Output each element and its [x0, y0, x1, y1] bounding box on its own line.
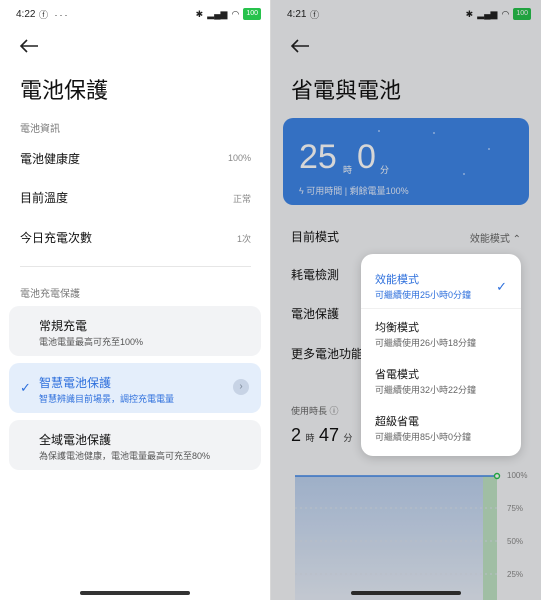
bluetooth-icon: ✱ — [195, 8, 204, 19]
card-title: 智慧電池保護 — [39, 376, 112, 390]
wifi-icon: ◠ — [231, 8, 240, 19]
notification-icons: ⓕ ··· — [39, 10, 70, 20]
option-title: 均衡模式 — [375, 322, 419, 334]
temperature-row: 目前溫度 正常 — [0, 189, 271, 211]
charge-protection-section-label: 電池充電保護 — [20, 289, 80, 300]
power-and-battery-screen: 4:21 ⓕ ✱ ▂▄▆ ◠ 100 省電與電池 25 時 0 分 ϟ 可用時間… — [271, 0, 541, 600]
card-title: 全域電池保護 — [39, 433, 112, 447]
check-icon: ✓ — [20, 380, 31, 395]
mode-option-power-saving[interactable]: 省電模式 可繼續使用32小時22分鐘 — [361, 366, 521, 412]
mode-option-performance[interactable]: 效能模式 可繼續使用25小時0分鐘 ✓ — [361, 271, 521, 317]
card-subtitle: 為保護電池健康，電池電量最高可充至80% — [39, 451, 211, 461]
status-time: 4:22 — [16, 9, 36, 20]
signal-icon: ▂▄▆ — [207, 8, 228, 19]
option-subtitle: 可繼續使用85小時0分鐘 — [375, 432, 472, 442]
battery-info-section-label: 電池資訊 — [20, 124, 60, 135]
divider — [20, 266, 251, 267]
option-subtitle: 可繼續使用25小時0分鐘 — [375, 290, 472, 300]
option-subtitle: 可繼續使用26小時18分鐘 — [375, 338, 477, 348]
card-regular-charging[interactable]: 常規充電 電池電量最高可充至100% — [9, 306, 261, 356]
charge-count-row: 今日充電次數 1次 — [0, 229, 271, 251]
page-title: 電池保護 — [20, 78, 109, 103]
card-global-battery-protection[interactable]: 全域電池保護 為保護電池健康，電池電量最高可充至80% — [9, 420, 261, 470]
card-smart-battery-protection[interactable]: ✓ 智慧電池保護 智慧辨識目前場景，調控充電電量 › — [9, 363, 261, 413]
battery-health-row: 電池健康度 100% — [0, 150, 271, 172]
card-subtitle: 智慧辨識目前場景，調控充電電量 — [39, 394, 175, 404]
charge-count-value: 1次 — [236, 234, 251, 244]
home-indicator[interactable] — [80, 591, 190, 595]
option-title: 省電模式 — [375, 369, 419, 381]
mode-option-ultra-saving[interactable]: 超級省電 可繼續使用85小時0分鐘 — [361, 413, 521, 459]
card-title: 常規充電 — [39, 319, 88, 333]
option-title: 超級省電 — [375, 416, 419, 428]
battery-health-label: 電池健康度 — [20, 152, 81, 166]
option-subtitle: 可繼續使用32小時22分鐘 — [375, 385, 477, 395]
menu-separator — [361, 308, 521, 309]
option-title: 效能模式 — [375, 274, 419, 286]
temperature-value: 正常 — [232, 194, 251, 204]
temperature-label: 目前溫度 — [20, 191, 69, 205]
mode-option-balanced[interactable]: 均衡模式 可繼續使用26小時18分鐘 — [361, 319, 521, 365]
status-bar: 4:22 ⓕ ··· ✱ ▂▄▆ ◠ 100 — [0, 0, 271, 30]
charge-count-label: 今日充電次數 — [20, 231, 93, 245]
back-arrow-icon[interactable] — [18, 37, 40, 55]
card-subtitle: 電池電量最高可充至100% — [39, 337, 144, 347]
battery-health-value: 100% — [227, 153, 251, 163]
battery-protection-screen: 4:22 ⓕ ··· ✱ ▂▄▆ ◠ 100 電池保護 電池資訊 電池健康度 1… — [0, 0, 271, 600]
mode-dropdown-menu: 效能模式 可繼續使用25小時0分鐘 ✓ 均衡模式 可繼續使用26小時18分鐘 省… — [361, 254, 521, 456]
chevron-right-icon[interactable]: › — [233, 379, 249, 395]
check-icon: ✓ — [496, 279, 507, 294]
battery-icon: 100 — [243, 8, 261, 20]
